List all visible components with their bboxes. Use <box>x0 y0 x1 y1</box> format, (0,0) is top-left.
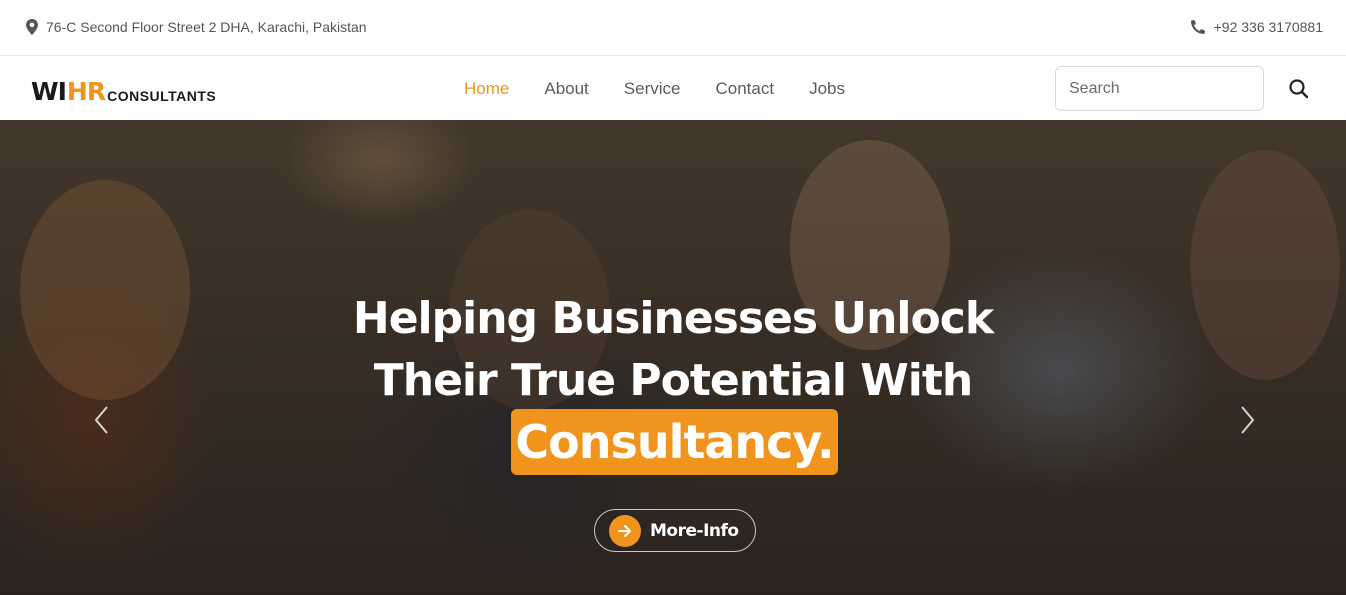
search-icon[interactable] <box>1288 78 1310 100</box>
hero-line-1: Helping Businesses Unlock <box>352 293 994 344</box>
nav-item-contact[interactable]: Contact <box>715 79 774 99</box>
more-info-label: More-Info <box>650 520 739 541</box>
phone-contact[interactable]: +92 336 3170881 <box>1190 19 1323 35</box>
address: 76-C Second Floor Street 2 DHA, Karachi,… <box>26 19 367 35</box>
chevron-left-icon[interactable] <box>92 405 112 435</box>
main-navbar: WI HR CONSULTANTS Home About Service Con… <box>0 57 1346 120</box>
chevron-right-icon[interactable] <box>1237 405 1257 435</box>
top-info-bar: 76-C Second Floor Street 2 DHA, Karachi,… <box>0 0 1346 56</box>
hero-highlight-text: Consultancy. <box>515 415 834 469</box>
nav-item-jobs[interactable]: Jobs <box>809 79 845 99</box>
more-info-button[interactable]: More-Info <box>594 509 756 552</box>
nav-item-home[interactable]: Home <box>464 79 509 99</box>
arrow-right-icon <box>609 514 641 547</box>
nav-menu: Home About Service Contact Jobs <box>464 79 880 99</box>
logo-wi: WI <box>31 77 67 106</box>
logo-consultants: CONSULTANTS <box>107 88 217 104</box>
hero-slider: Helping Businesses Unlock Their True Pot… <box>0 120 1346 595</box>
logo-hr: HR <box>66 77 106 106</box>
nav-item-service[interactable]: Service <box>624 79 681 99</box>
phone-icon <box>1190 19 1205 35</box>
hero-line-2: Their True Potential With <box>373 355 974 406</box>
hero-headline: Helping Businesses Unlock Their True Pot… <box>0 288 1346 412</box>
logo[interactable]: WI HR CONSULTANTS <box>31 77 217 106</box>
nav-item-about[interactable]: About <box>544 79 588 99</box>
location-pin-icon <box>26 19 38 35</box>
address-text: 76-C Second Floor Street 2 DHA, Karachi,… <box>46 19 367 35</box>
phone-text: +92 336 3170881 <box>1213 19 1323 35</box>
search-input[interactable] <box>1055 66 1264 111</box>
